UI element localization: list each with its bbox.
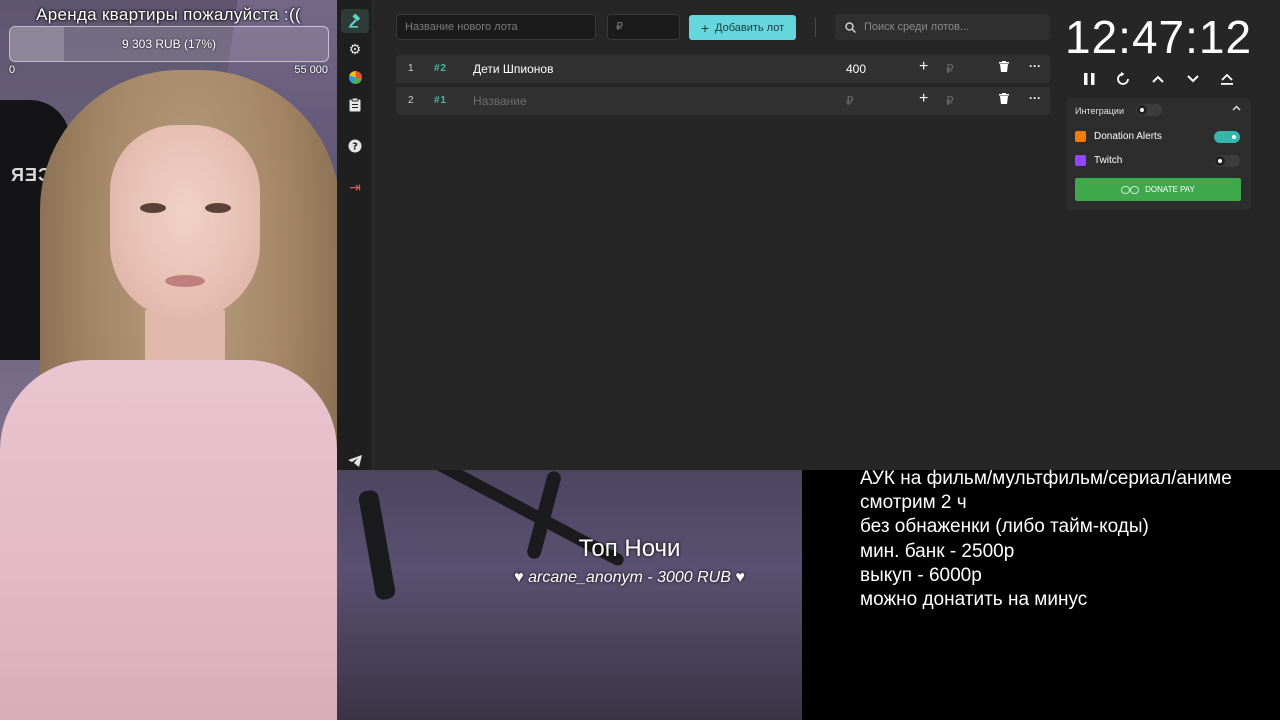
question-icon: ? — [348, 139, 362, 153]
lot-row[interactable]: 2 # 1 Название ₽ + ₽ ··· — [396, 87, 1050, 115]
webcam-feed: ACER — [0, 0, 337, 720]
lot-extra-amount[interactable]: ₽ — [946, 94, 954, 108]
sidebar-item-logout[interactable]: ⇥ — [341, 175, 369, 199]
sidebar-item-telegram[interactable] — [341, 449, 369, 473]
integrations-title: Интеграции — [1075, 106, 1124, 116]
rule-line: АУК на фильм/мультфильм/сериал/аниме — [860, 468, 1232, 489]
chevron-down-icon[interactable] — [1182, 68, 1204, 90]
goal-min-label: 0 — [9, 64, 16, 76]
add-amount-button[interactable]: + — [919, 90, 928, 108]
auction-rules: АУК на фильм/мультфильм/сериал/аниме смо… — [860, 467, 1275, 612]
chevron-up-icon[interactable] — [1147, 68, 1169, 90]
toggle-knob — [1229, 132, 1239, 142]
paper-plane-icon — [348, 455, 362, 467]
more-options-icon[interactable]: ··· — [1029, 91, 1041, 105]
eye-right — [205, 203, 231, 213]
rule-line: без обнаженки (либо тайм-коды) — [860, 516, 1149, 538]
goal-progress-bar: 9 303 RUB (17%) — [9, 26, 329, 62]
eye-left — [140, 203, 166, 213]
plus-icon: + — [700, 19, 710, 36]
clipboard-icon — [349, 98, 361, 112]
lot-row[interactable]: 1 # 2 Дети Шпионов 400 + ₽ ··· — [396, 55, 1050, 83]
sidebar-item-settings[interactable]: ⚙ — [341, 37, 369, 61]
eject-icon[interactable] — [1216, 68, 1238, 90]
link-icon — [1121, 185, 1140, 194]
goal-max-label: 55 000 — [294, 64, 328, 76]
lot-extra-amount[interactable]: ₽ — [946, 62, 954, 76]
twitch-toggle[interactable] — [1214, 155, 1240, 167]
integration-label: Twitch — [1094, 155, 1123, 166]
search-icon — [845, 21, 856, 33]
rule-line: выкуп - 6000р — [860, 564, 982, 586]
pie-chart-icon — [348, 70, 362, 84]
lot-amount[interactable]: ₽ — [846, 94, 854, 108]
add-amount-button[interactable]: + — [919, 58, 928, 76]
chevron-up-icon[interactable] — [1232, 103, 1241, 114]
sidebar: ⚙ ? ⇥ — [337, 0, 373, 470]
lot-name[interactable]: Дети Шпионов — [473, 62, 553, 76]
svg-text:?: ? — [352, 142, 358, 153]
gear-icon: ⚙ — [348, 40, 362, 57]
lot-amount[interactable]: 400 — [846, 62, 866, 76]
add-lot-button[interactable]: + Добавить лот — [689, 15, 796, 40]
search-input[interactable] — [864, 21, 1044, 33]
webcam-feed-bottom — [337, 470, 802, 720]
goal-progress-text: 9 303 RUB (17%) — [121, 37, 217, 51]
trash-icon[interactable] — [999, 93, 1009, 107]
integrations-toggle[interactable] — [1136, 104, 1162, 116]
rule-line: мин. банк - 2500р — [860, 540, 1015, 562]
pause-icon[interactable] — [1078, 68, 1100, 90]
gavel-icon — [349, 14, 361, 28]
top-night-title: Топ Ночи — [578, 535, 681, 562]
donate-pay-label: DONATE PAY — [1145, 185, 1195, 194]
lot-name[interactable]: Название — [473, 94, 527, 108]
donation-alerts-toggle[interactable] — [1214, 131, 1240, 143]
lot-index: 1 — [408, 63, 414, 74]
donation-alerts-icon — [1075, 131, 1086, 142]
logout-icon: ⇥ — [349, 178, 361, 195]
sidebar-item-auction[interactable] — [341, 9, 369, 33]
donate-pay-button[interactable]: DONATE PAY — [1075, 178, 1241, 201]
integration-label: Donation Alerts — [1094, 131, 1162, 142]
timer-controls — [1078, 68, 1248, 90]
goal-title: Аренда квартиры пожалуйста :(( — [36, 5, 301, 24]
mouth — [165, 275, 205, 287]
streamer-face — [110, 125, 260, 320]
streamer-sweater — [0, 360, 337, 720]
new-lot-amount-input[interactable] — [607, 14, 680, 40]
lot-id: # 2 — [434, 63, 446, 74]
donation-goal: Аренда квартиры пожалуйста :(( 9 303 RUB… — [0, 0, 337, 80]
sidebar-item-history[interactable] — [341, 93, 369, 117]
toggle-knob — [1215, 156, 1225, 166]
lot-id: # 1 — [434, 95, 446, 106]
top-donor: ♥ arcane_anonym - 3000 RUB ♥ — [514, 569, 745, 586]
integration-donation-alerts: Donation Alerts — [1075, 129, 1245, 145]
more-options-icon[interactable]: ··· — [1029, 59, 1041, 73]
twitch-icon — [1075, 155, 1086, 166]
sidebar-item-stats[interactable] — [341, 65, 369, 89]
integrations-panel: Интеграции Donation Alerts Twitch DONATE… — [1066, 98, 1251, 210]
trash-icon[interactable] — [999, 61, 1009, 75]
toolbar-divider — [815, 17, 816, 37]
add-lot-label: Добавить лот — [715, 21, 785, 34]
auction-timer: 12:47:12 — [1065, 11, 1253, 63]
lot-search[interactable] — [835, 14, 1050, 40]
lot-index: 2 — [408, 95, 414, 106]
toggle-knob — [1137, 105, 1147, 115]
rule-line: смотрим 2 ч — [860, 492, 967, 514]
rule-line: можно донатить на минус — [860, 589, 1088, 611]
integration-twitch: Twitch — [1075, 153, 1245, 169]
sidebar-item-help[interactable]: ? — [341, 134, 369, 158]
new-lot-name-input[interactable] — [396, 14, 596, 40]
restart-icon[interactable] — [1112, 68, 1134, 90]
